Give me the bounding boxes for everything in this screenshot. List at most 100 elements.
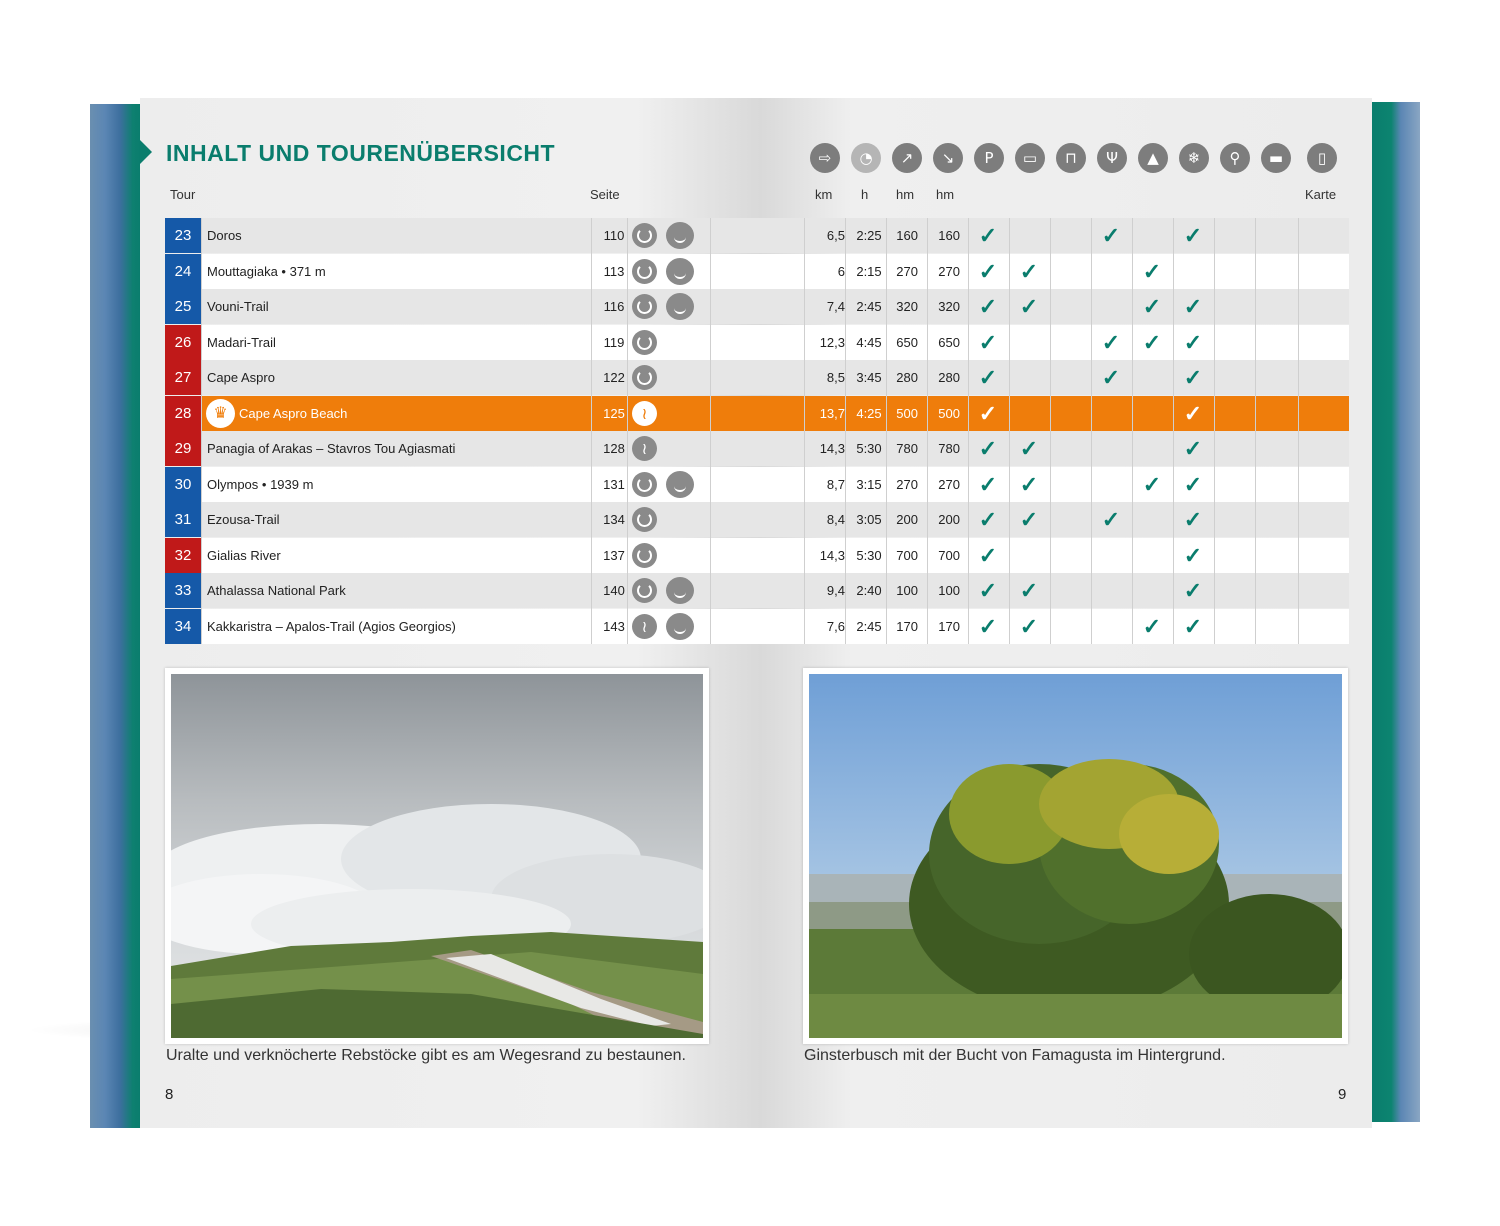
restaurant-icon: Ψ [1097, 143, 1127, 173]
tour-duration: 2:40 [856, 583, 882, 598]
tour-name: Kakkaristra – Apalos-Trail (Agios Georgi… [207, 618, 456, 634]
lodging-icon: ▬ [1261, 143, 1291, 173]
tour-duration: 4:25 [856, 405, 882, 421]
page-number-right: 9 [1338, 1086, 1347, 1103]
check-icon: ✓ [1101, 223, 1121, 248]
tour-ascent: 270 [896, 476, 918, 492]
table-row: 29 Panagia of Arakas – Stavros Tou Agiasm… [165, 431, 1349, 466]
page-title: INHALT UND TOURENÜBERSICHT [166, 140, 556, 166]
tour-descent: 500 [938, 405, 960, 421]
tour-descent: 700 [938, 547, 960, 563]
check-icon: ✓ [1183, 365, 1203, 390]
table-gridline [1050, 218, 1051, 644]
tour-name: Ezousa-Trail [207, 512, 280, 527]
photo-vineyard-clouds [165, 668, 709, 1044]
header-h: h [861, 187, 869, 202]
tour-duration: 3:05 [856, 512, 882, 527]
check-icon: ✓ [978, 258, 998, 284]
check-icon: ✓ [1183, 542, 1203, 568]
table-row: 26 Madari-Trail 119 12,3 4:45 650 650 ✓ ✓ ✓ ✓ [165, 324, 1349, 360]
tour-descent: 320 [938, 299, 960, 314]
highlight-crown-icon: ♛ [206, 398, 235, 428]
check-icon: ✓ [978, 542, 998, 568]
tour-km: 8,7 [826, 476, 845, 492]
caption-right: Ginsterbusch mit der Bucht von Famagusta… [804, 1047, 1226, 1064]
check-icon: ✓ [1183, 613, 1203, 639]
tour-km: 8,5 [826, 370, 845, 385]
check-icon: ✓ [1019, 294, 1039, 319]
tour-duration: 2:15 [856, 263, 882, 279]
table-row: 27 Cape Aspro 122 8,5 3:45 280 280 ✓ ✓ ✓ [165, 360, 1349, 395]
tour-number: 24 [165, 253, 201, 289]
tour-page: 134 [603, 512, 625, 527]
tour-duration: 2:25 [856, 228, 882, 243]
check-icon: ✓ [978, 294, 998, 319]
tour-ascent: 280 [896, 370, 918, 385]
table-gridline [1173, 218, 1174, 644]
check-icon: ✓ [1019, 578, 1039, 603]
tour-km: 7,4 [826, 299, 845, 314]
tour-ascent: 100 [896, 583, 918, 598]
page-number-left: 8 [165, 1086, 174, 1103]
table-gridline [1091, 218, 1092, 644]
tour-number: 34 [165, 608, 201, 644]
table-gridline [1009, 218, 1010, 644]
tour-name: Panagia of Arakas – Stavros Tou Agiasmat… [207, 441, 456, 456]
tour-page: 125 [603, 405, 625, 421]
tour-name: Doros [207, 228, 242, 243]
table-gridline [1298, 218, 1299, 644]
check-icon: ✓ [1142, 329, 1162, 355]
check-icon: ✓ [1183, 578, 1203, 603]
tour-km: 6,5 [826, 228, 845, 243]
check-icon: ✓ [1142, 471, 1162, 497]
check-icon: ✓ [1142, 613, 1162, 639]
tour-duration: 2:45 [856, 299, 882, 314]
table-gridline [1214, 218, 1215, 644]
tour-name: Madari-Trail [207, 334, 276, 350]
tour-descent: 270 [938, 476, 960, 492]
check-icon: ✓ [1019, 436, 1039, 461]
tour-page: 110 [603, 228, 625, 243]
table-row: 31 Ezousa-Trail 134 8,4 3:05 200 200 ✓ ✓ ✓ ✓ [165, 502, 1349, 537]
table-row: 23 Doros 110 6,5 2:25 160 160 ✓ ✓ ✓ [165, 218, 1349, 253]
tour-ascent: 320 [896, 299, 918, 314]
signpost-icon: ⇨ [810, 143, 840, 173]
tour-number: 32 [165, 537, 201, 573]
tour-number: 25 [165, 289, 201, 324]
tour-name: Athalassa National Park [207, 583, 346, 598]
tour-km: 14,3 [819, 547, 845, 563]
tour-name: Olympos • 1939 m [207, 476, 314, 492]
check-icon: ✓ [978, 400, 998, 426]
gorse-bush-image [809, 674, 1342, 1038]
circular-route-icon [632, 578, 657, 603]
circular-route-icon [632, 542, 657, 568]
family-friendly-icon [666, 470, 694, 498]
tour-number: 27 [165, 360, 201, 395]
tour-km: 9,4 [826, 583, 845, 598]
tour-ascent: 500 [896, 405, 918, 421]
tour-ascent: 270 [896, 263, 918, 279]
tour-page: 113 [603, 263, 625, 279]
header-hm-up: hm [896, 187, 915, 202]
tour-number: 23 [165, 218, 201, 253]
tour-km: 12,3 [819, 334, 845, 350]
check-icon: ✓ [1101, 365, 1121, 390]
tour-page: 143 [603, 618, 625, 634]
circular-route-icon [632, 471, 657, 497]
parking-icon: P [974, 143, 1004, 173]
caption-left: Uralte und verknöcherte Rebstöcke gibt e… [166, 1047, 686, 1064]
tour-duration: 4:45 [856, 334, 882, 350]
tour-descent: 270 [938, 263, 960, 279]
table-gridline [710, 218, 711, 644]
check-icon: ✓ [1183, 436, 1203, 461]
tour-duration: 5:30 [856, 441, 882, 456]
circular-route-icon [632, 507, 657, 532]
tour-name: Cape Aspro [207, 370, 275, 385]
family-friendly-icon [666, 257, 694, 285]
tour-number: 26 [165, 324, 201, 360]
clock-icon: ◔ [851, 143, 881, 173]
table-gridline [804, 218, 805, 644]
tour-descent: 160 [938, 228, 960, 243]
one-way-route-icon: ≀ [632, 400, 657, 426]
tour-number: 28 [165, 395, 201, 431]
